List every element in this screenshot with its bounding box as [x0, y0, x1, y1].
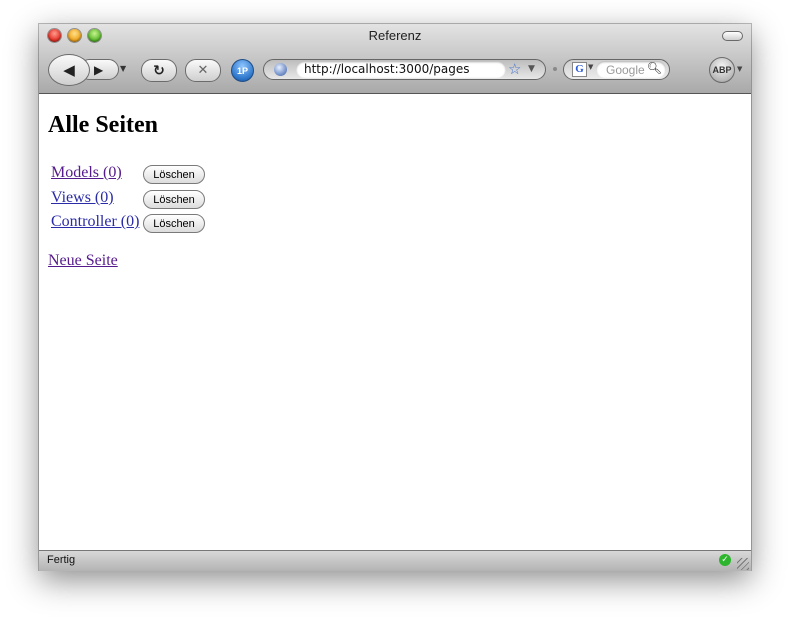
- stop-icon: ✕: [197, 63, 209, 78]
- window-chrome: Referenz ▶ ◀ ▼ ↻ ✕ 1P http://localhost:3…: [39, 24, 751, 94]
- new-page-link[interactable]: Neue Seite: [48, 252, 118, 270]
- status-text: Fertig: [47, 554, 76, 566]
- back-arrow-icon: ◀: [63, 61, 75, 79]
- google-icon[interactable]: G: [572, 62, 587, 77]
- delete-button-views[interactable]: Löschen: [143, 190, 205, 209]
- delete-button-models[interactable]: Löschen: [143, 165, 205, 184]
- page-link-models[interactable]: Models (0): [51, 164, 122, 182]
- back-button[interactable]: ◀: [48, 54, 90, 86]
- secure-check-icon: ✓: [719, 554, 731, 566]
- globe-icon: [274, 63, 287, 76]
- search-engine-dropdown-icon[interactable]: ▼: [588, 63, 593, 71]
- search-placeholder: Google: [606, 63, 645, 77]
- history-dropdown-icon[interactable]: ▼: [120, 64, 126, 73]
- page-title: Alle Seiten: [48, 112, 158, 138]
- onepassword-button[interactable]: 1P: [231, 59, 254, 82]
- page-link-controller[interactable]: Controller (0): [51, 213, 139, 231]
- search-bar[interactable]: G ▼ Google 🔍︎: [563, 59, 670, 80]
- reload-button[interactable]: ↻: [141, 59, 177, 82]
- address-bar[interactable]: http://localhost:3000/pages ☆ ▼: [263, 59, 546, 80]
- forward-arrow-icon: ▶: [94, 62, 104, 77]
- reload-icon: ↻: [153, 62, 165, 79]
- resize-grip-icon[interactable]: [737, 558, 749, 570]
- toolbar-separator: [553, 67, 557, 71]
- adblock-dropdown-icon[interactable]: ▼: [737, 65, 742, 73]
- browser-window: Referenz ▶ ◀ ▼ ↻ ✕ 1P http://localhost:3…: [39, 24, 751, 571]
- bookmark-star-icon[interactable]: ☆: [508, 60, 521, 78]
- url-dropdown-icon[interactable]: ▼: [528, 64, 535, 74]
- status-bar: Fertig ✓: [39, 550, 751, 571]
- toolbar-toggle-button[interactable]: [722, 31, 743, 41]
- window-title: Referenz: [368, 28, 422, 43]
- search-input[interactable]: Google 🔍︎: [596, 61, 666, 78]
- page-link-views[interactable]: Views (0): [51, 189, 114, 207]
- delete-button-controller[interactable]: Löschen: [143, 214, 205, 233]
- adblock-button[interactable]: ABP: [709, 57, 735, 83]
- url-text: http://localhost:3000/pages: [304, 62, 470, 76]
- search-icon[interactable]: 🔍︎: [647, 61, 662, 75]
- page-content: Alle Seiten Models (0) Löschen Views (0)…: [39, 94, 751, 550]
- url-field[interactable]: http://localhost:3000/pages: [296, 61, 506, 78]
- stop-button[interactable]: ✕: [185, 59, 221, 82]
